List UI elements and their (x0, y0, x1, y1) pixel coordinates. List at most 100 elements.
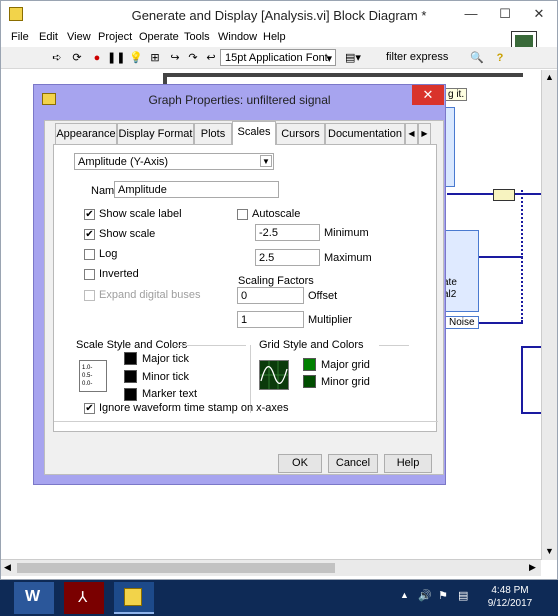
while-loop-frame (163, 73, 523, 77)
scale-preview-label: 0.0- (82, 381, 93, 387)
minimize-button[interactable]: — (454, 1, 488, 27)
grid-style-picker[interactable] (259, 360, 289, 390)
menu-tools[interactable]: Tools (184, 31, 210, 43)
tab-display-format[interactable]: Display Format (117, 123, 194, 144)
labview-app-icon[interactable] (114, 582, 154, 614)
run-continuously-icon[interactable]: ⟳ (69, 50, 85, 66)
dialog-body: Appearance Display Format Plots Scales C… (44, 120, 444, 475)
menu-edit[interactable]: Edit (39, 31, 58, 43)
retain-wire-values-icon[interactable]: ⊞ (147, 50, 163, 66)
maximize-button[interactable]: ☐ (488, 1, 522, 27)
bundle-node[interactable] (493, 189, 515, 201)
maximum-input[interactable]: 2.5 (255, 249, 320, 266)
search-icon[interactable]: 🔍 (469, 50, 485, 66)
scroll-down-icon[interactable]: ▼ (545, 546, 554, 556)
inverted-checkbox[interactable] (84, 269, 95, 280)
minor-grid-label: Minor grid (321, 376, 370, 388)
express-vi-node[interactable]: ate al2 (441, 230, 479, 312)
cancel-button[interactable]: Cancel (328, 454, 378, 473)
network-icon[interactable]: ▤ (458, 589, 468, 602)
expand-digital-buses-checkbox (84, 290, 95, 301)
tab-scroll-left-icon[interactable]: ◀ (405, 123, 418, 144)
major-tick-color[interactable] (124, 352, 137, 365)
tab-documentation[interactable]: Documentation (325, 123, 405, 144)
menu-view[interactable]: View (67, 31, 91, 43)
wire-vertical (521, 190, 523, 322)
dialog-title: Graph Properties: unfiltered signal (148, 93, 331, 107)
multiplier-label: Multiplier (308, 314, 353, 326)
name-input[interactable]: Amplitude (114, 181, 279, 198)
word-app-icon[interactable]: W (14, 582, 54, 614)
axis-select[interactable]: Amplitude (Y-Axis) ▼ (74, 153, 274, 170)
scaling-factors-label: Scaling Factors (238, 275, 314, 287)
run-arrow-icon[interactable]: ➪ (49, 50, 65, 66)
help-icon[interactable]: ? (492, 50, 508, 66)
scroll-left-icon[interactable]: ◀ (4, 562, 11, 573)
font-dropdown[interactable]: 15pt Application Font ▾ (220, 49, 336, 66)
scroll-up-icon[interactable]: ▲ (545, 72, 554, 82)
node-noise-label: Noise (445, 316, 479, 329)
expand-digital-buses-label: Expand digital buses (99, 289, 201, 301)
scale-style-picker[interactable]: 1.0- 0.5- 0.0- (79, 360, 107, 392)
scale-preview-label: 1.0- (82, 365, 93, 371)
major-grid-color[interactable] (303, 358, 316, 371)
marker-text-label: Marker text (142, 388, 198, 400)
highlight-execution-icon[interactable]: 💡 (128, 50, 144, 66)
show-scale-label-checkbox[interactable]: ✔ (84, 209, 95, 220)
minor-grid-color[interactable] (303, 375, 316, 388)
offset-input[interactable]: 0 (237, 287, 304, 304)
scroll-right-icon[interactable]: ▶ (529, 562, 536, 573)
vertical-scrollbar[interactable]: ▲ ▼ (541, 70, 557, 560)
tab-panel: Amplitude (Y-Axis) ▼ Name Amplitude ✔ Sh… (53, 144, 438, 432)
graph-properties-dialog: Graph Properties: unfiltered signal ✕ Ap… (33, 84, 446, 485)
volume-icon[interactable]: 🔊 (418, 589, 432, 602)
minimum-input[interactable]: -2.5 (255, 224, 320, 241)
autoscale-label: Autoscale (252, 208, 301, 220)
tray-chevron-up-icon[interactable]: ▲ (400, 590, 409, 600)
minimum-label: Minimum (324, 227, 369, 239)
scroll-thumb[interactable] (17, 563, 335, 573)
clock[interactable]: 4:48 PM 9/12/2017 (480, 584, 540, 610)
help-button[interactable]: Help (384, 454, 432, 473)
search-input[interactable]: filter express (386, 51, 448, 63)
wire (479, 322, 523, 324)
autoscale-checkbox[interactable] (237, 209, 248, 220)
show-scale-checkbox[interactable]: ✔ (84, 229, 95, 240)
close-button[interactable]: ✕ (522, 1, 556, 27)
menu-help[interactable]: Help (263, 31, 286, 43)
pause-icon[interactable]: ❚❚ (107, 50, 125, 66)
tab-cursors[interactable]: Cursors (276, 123, 325, 144)
chevron-down-icon: ▼ (260, 155, 272, 167)
flag-icon[interactable]: ⚑ (438, 589, 448, 602)
ignore-timestamp-checkbox[interactable]: ✔ (84, 403, 95, 414)
menu-project[interactable]: Project (98, 31, 132, 43)
abort-icon[interactable]: ● (89, 50, 105, 66)
log-checkbox[interactable] (84, 249, 95, 260)
step-out-icon[interactable]: ↩ (203, 50, 219, 66)
scale-style-group-label: Scale Style and Colors (76, 339, 188, 351)
horizontal-scrollbar[interactable]: ◀ ▶ (1, 559, 541, 576)
tip-strip: g it. (445, 88, 468, 101)
menu-file[interactable]: File (11, 31, 29, 43)
title-bar: Generate and Display [Analysis.vi] Block… (1, 1, 557, 29)
tab-appearance[interactable]: Appearance (55, 123, 117, 144)
multiplier-input[interactable]: 1 (237, 311, 304, 328)
align-icon[interactable]: ▤▾ (342, 50, 364, 66)
step-into-icon[interactable]: ↪ (167, 50, 183, 66)
show-scale-label-label: Show scale label (99, 208, 182, 220)
tab-scroll-right-icon[interactable]: ▶ (418, 123, 431, 144)
grid-style-group-label: Grid Style and Colors (259, 339, 364, 351)
ok-button[interactable]: OK (278, 454, 322, 473)
acrobat-app-icon[interactable]: ⅄ (64, 582, 104, 614)
major-tick-label: Major tick (142, 353, 190, 365)
minor-tick-label: Minor tick (142, 371, 190, 383)
tab-plots[interactable]: Plots (194, 123, 232, 144)
marker-text-color[interactable] (124, 388, 137, 401)
menu-operate[interactable]: Operate (139, 31, 179, 43)
menu-window[interactable]: Window (218, 31, 257, 43)
tab-scales[interactable]: Scales (232, 121, 276, 145)
ignore-timestamp-label: Ignore waveform time stamp on x-axes (99, 402, 289, 414)
dialog-close-button[interactable]: ✕ (412, 85, 444, 105)
minor-tick-color[interactable] (124, 370, 137, 383)
step-over-icon[interactable]: ↷ (185, 50, 201, 66)
